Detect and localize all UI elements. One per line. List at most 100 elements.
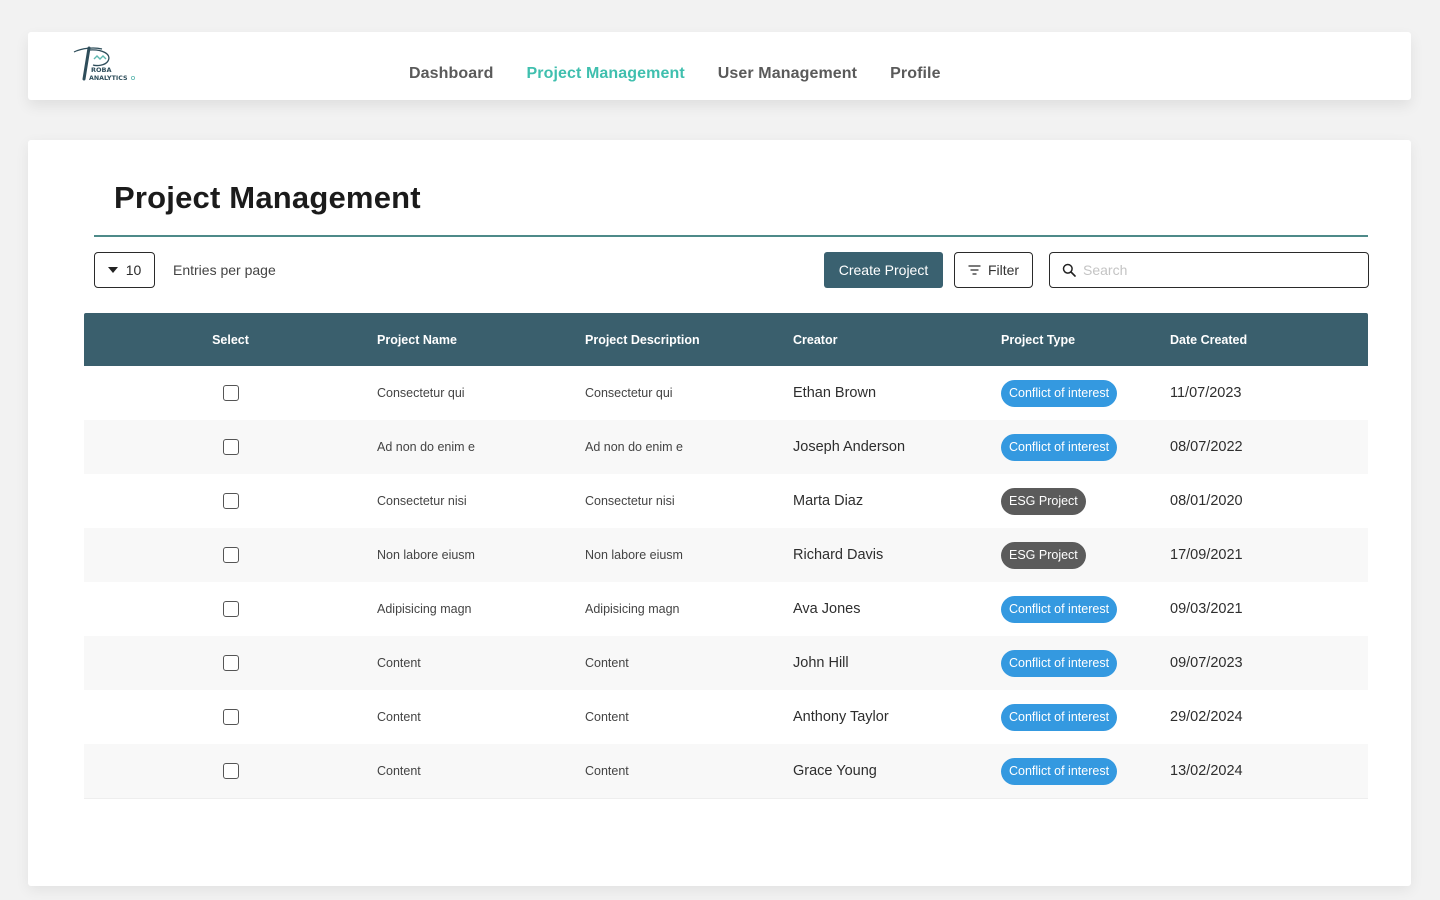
project-description: Adipisicing magn bbox=[585, 602, 680, 616]
project-type-badge: Conflict of interest bbox=[1001, 595, 1118, 623]
column-header-project-name[interactable]: Project Name bbox=[377, 333, 585, 347]
creator: Anthony Taylor bbox=[793, 709, 889, 725]
project-name: Consectetur qui bbox=[377, 386, 465, 400]
project-description: Non labore eiusm bbox=[585, 548, 683, 562]
row-select-checkbox[interactable] bbox=[222, 655, 239, 671]
entries-per-page-label: Entries per page bbox=[173, 262, 276, 278]
project-type-badge: ESG Project bbox=[1001, 487, 1086, 515]
row-select-checkbox[interactable] bbox=[222, 385, 239, 401]
project-name: Content bbox=[377, 710, 421, 724]
row-select-checkbox[interactable] bbox=[222, 709, 239, 725]
select-cell bbox=[84, 763, 377, 779]
select-cell bbox=[84, 547, 377, 563]
project-description: Content bbox=[585, 710, 629, 724]
project-name: Content bbox=[377, 656, 421, 670]
filter-label: Filter bbox=[987, 262, 1020, 278]
row-select-checkbox[interactable] bbox=[222, 547, 239, 563]
project-description: Consectetur nisi bbox=[585, 494, 675, 508]
project-name: Non labore eiusm bbox=[377, 548, 475, 562]
project-type-cell: ESG Project bbox=[1001, 487, 1170, 515]
table-row[interactable]: Content Content John Hill Conflict of inter… bbox=[84, 636, 1368, 690]
creator: Grace Young bbox=[793, 763, 877, 779]
creator: Ava Jones bbox=[793, 601, 861, 617]
filter-icon bbox=[968, 265, 981, 275]
table-row[interactable]: Non labore eiusm Non labore eiusm Richard … bbox=[84, 528, 1368, 582]
project-type-cell: ESG Project bbox=[1001, 541, 1170, 569]
table-row[interactable]: Ad non do enim e Ad non do enim e Joseph A… bbox=[84, 420, 1368, 474]
column-header-date-created[interactable]: Date Created bbox=[1170, 333, 1368, 347]
date-created: 29/02/2024 bbox=[1170, 709, 1243, 725]
date-created: 08/07/2022 bbox=[1170, 439, 1243, 455]
table-row[interactable]: Adipisicing magn Adipisicing magn Ava Jone… bbox=[84, 582, 1368, 636]
column-header-creator[interactable]: Creator bbox=[793, 333, 1001, 347]
select-cell bbox=[84, 385, 377, 401]
select-cell bbox=[84, 493, 377, 509]
table-row[interactable]: Consectetur nisi Consectetur nisi Marta Di… bbox=[84, 474, 1368, 528]
table-row[interactable]: Content Content Grace Young Conflict of int… bbox=[84, 744, 1368, 798]
project-type-badge: Conflict of interest bbox=[1001, 433, 1118, 461]
company-logo[interactable]: ROBA ANALYTICS bbox=[72, 46, 142, 84]
table-body: Consectetur qui Consectetur qui Ethan Brow… bbox=[84, 366, 1368, 799]
svg-text:ROBA: ROBA bbox=[91, 66, 112, 74]
projects-table: Select Project Name Project Description … bbox=[84, 313, 1368, 799]
creator: Marta Diaz bbox=[793, 493, 864, 509]
date-created: 08/01/2020 bbox=[1170, 493, 1243, 509]
date-created: 11/07/2023 bbox=[1170, 385, 1242, 401]
row-select-checkbox[interactable] bbox=[222, 763, 239, 779]
select-cell bbox=[84, 439, 377, 455]
filter-button[interactable]: Filter bbox=[954, 252, 1033, 288]
project-name: Consectetur nisi bbox=[377, 494, 467, 508]
page-title: Project Management bbox=[114, 180, 421, 215]
nav-user-management[interactable]: User Management bbox=[718, 50, 857, 83]
column-header-project-type[interactable]: Project Type bbox=[1001, 333, 1170, 347]
column-header-project-description[interactable]: Project Description bbox=[585, 333, 793, 347]
project-type-badge: Conflict of interest bbox=[1001, 379, 1118, 407]
project-type-badge: Conflict of interest bbox=[1001, 649, 1118, 677]
search-input[interactable] bbox=[1083, 262, 1353, 278]
project-name: Ad non do enim e bbox=[377, 440, 475, 454]
nav-project-management[interactable]: Project Management bbox=[526, 50, 684, 83]
row-select-checkbox[interactable] bbox=[222, 601, 239, 617]
project-description: Content bbox=[585, 764, 629, 778]
creator: Ethan Brown bbox=[793, 385, 877, 401]
column-header-select: Select bbox=[212, 332, 249, 347]
creator: John Hill bbox=[793, 655, 849, 671]
project-type-cell: Conflict of interest bbox=[1001, 757, 1170, 785]
project-description: Content bbox=[585, 656, 629, 670]
creator: Richard Davis bbox=[793, 547, 884, 563]
search-field[interactable] bbox=[1049, 252, 1369, 288]
date-created: 17/09/2021 bbox=[1170, 547, 1243, 563]
project-type-badge: ESG Project bbox=[1001, 541, 1086, 569]
creator: Joseph Anderson bbox=[793, 439, 906, 455]
select-cell bbox=[84, 601, 377, 617]
create-project-button[interactable]: Create Project bbox=[824, 252, 943, 288]
logo-icon: ROBA ANALYTICS bbox=[73, 46, 136, 82]
search-icon bbox=[1062, 263, 1076, 277]
select-cell bbox=[84, 709, 377, 725]
entries-value: 10 bbox=[125, 262, 142, 278]
project-description: Consectetur qui bbox=[585, 386, 673, 400]
caret-down-icon bbox=[107, 267, 118, 273]
table-row[interactable]: Consectetur qui Consectetur qui Ethan Brow… bbox=[84, 366, 1368, 420]
nav-profile[interactable]: Profile bbox=[890, 50, 941, 83]
nav-dashboard[interactable]: Dashboard bbox=[409, 50, 493, 83]
table-header: Select Project Name Project Description … bbox=[84, 313, 1368, 366]
svg-text:ANALYTICS: ANALYTICS bbox=[89, 75, 128, 82]
project-type-badge: Conflict of interest bbox=[1001, 703, 1118, 731]
date-created: 09/03/2021 bbox=[1170, 601, 1243, 617]
project-type-cell: Conflict of interest bbox=[1001, 379, 1170, 407]
table-row[interactable]: Content Content Anthony Taylor Conflict of … bbox=[84, 690, 1368, 744]
project-type-cell: Conflict of interest bbox=[1001, 649, 1170, 677]
row-select-checkbox[interactable] bbox=[222, 493, 239, 509]
project-type-cell: Conflict of interest bbox=[1001, 433, 1170, 461]
project-type-cell: Conflict of interest bbox=[1001, 595, 1170, 623]
project-type-badge: Conflict of interest bbox=[1001, 757, 1118, 785]
project-name: Content bbox=[377, 764, 421, 778]
project-type-cell: Conflict of interest bbox=[1001, 703, 1170, 731]
project-name: Adipisicing magn bbox=[377, 602, 472, 616]
row-select-checkbox[interactable] bbox=[222, 439, 239, 455]
main-card: Project Management 10 Entries per page C… bbox=[28, 140, 1411, 886]
entries-per-page-select[interactable]: 10 bbox=[94, 252, 155, 288]
title-divider bbox=[94, 235, 1368, 237]
select-cell bbox=[84, 655, 377, 671]
